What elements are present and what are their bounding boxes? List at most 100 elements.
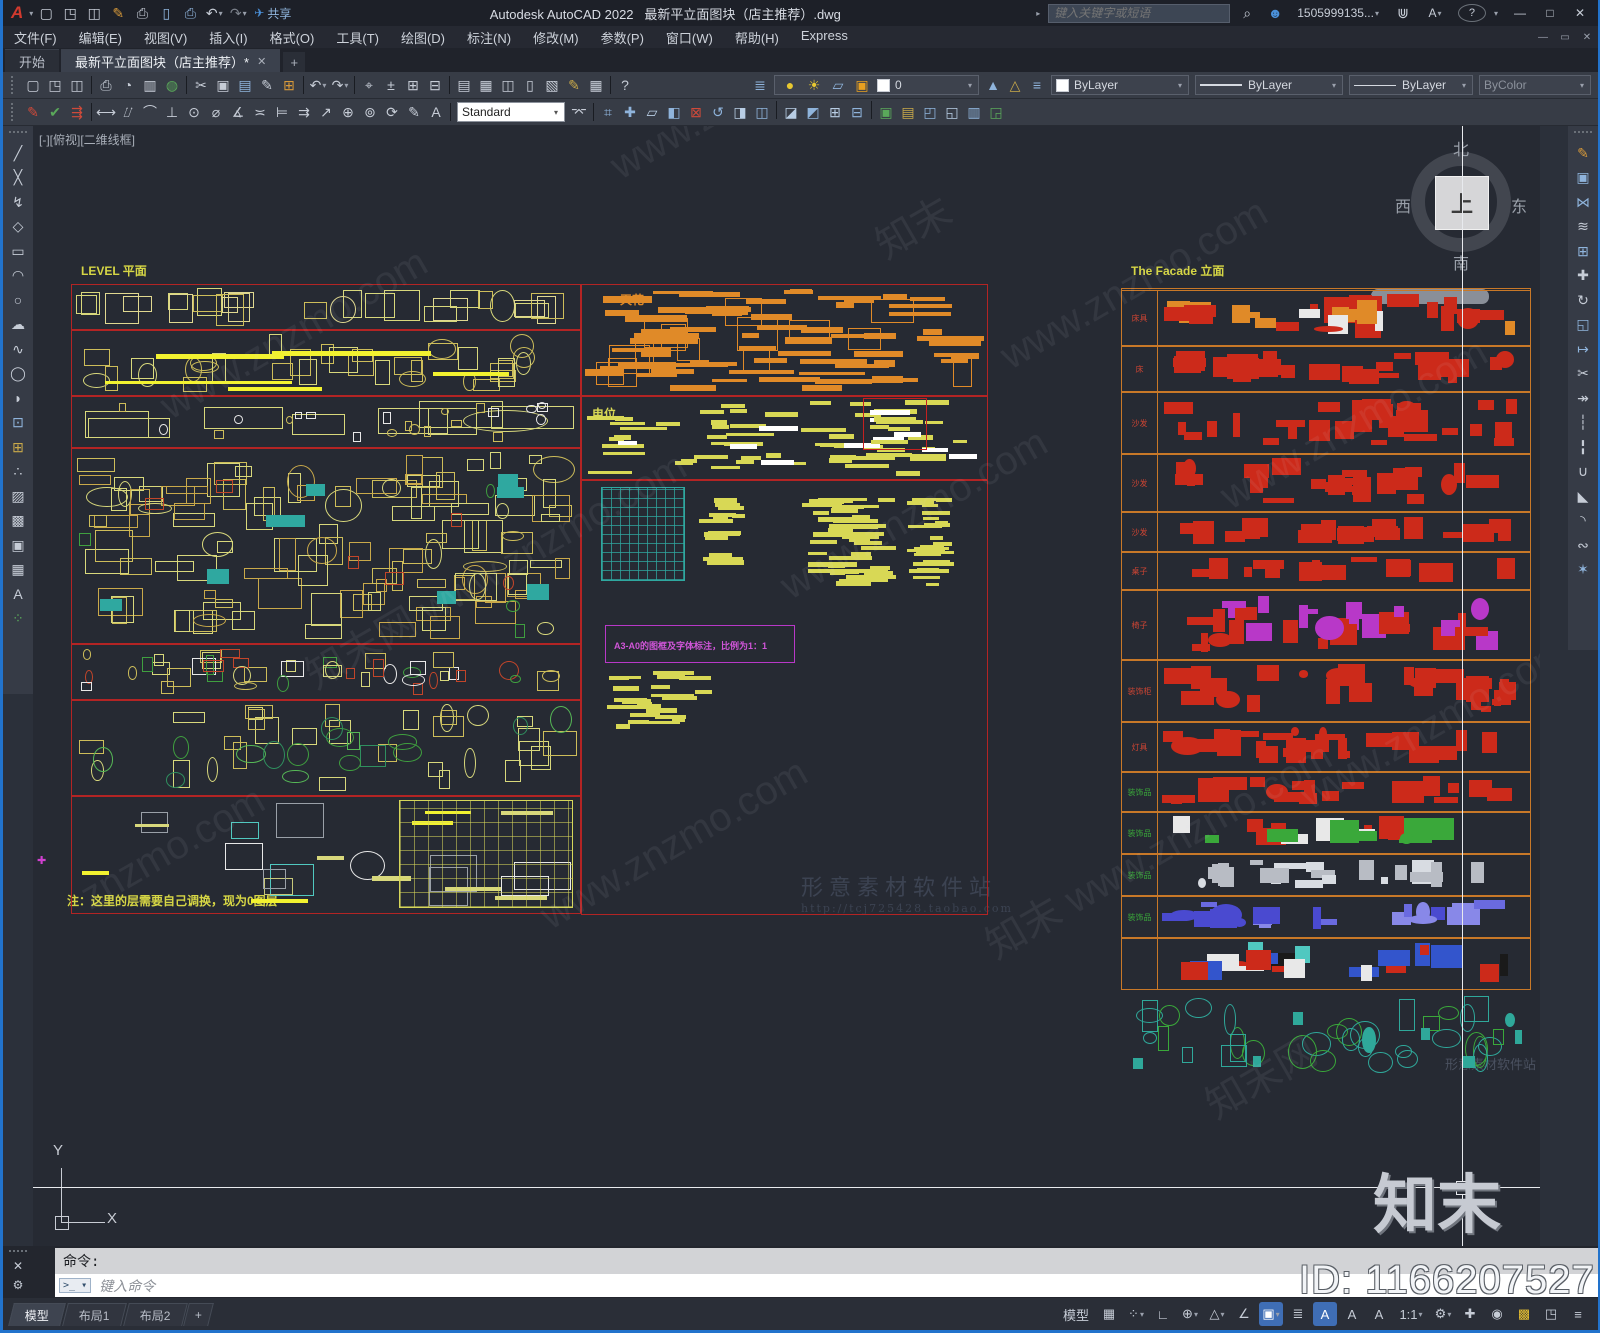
close-button[interactable]: ✕ — [1566, 2, 1594, 24]
tool-icon-18[interactable]: ◲ — [985, 101, 1007, 123]
dim-arc-icon[interactable]: ⌒ — [139, 101, 161, 123]
print-icon[interactable]: ⎙ — [179, 2, 201, 24]
annotate-icon[interactable]: ✎ — [22, 101, 44, 123]
blend-icon[interactable]: ∾ — [1571, 533, 1595, 558]
match-layer-icon[interactable]: △ — [1004, 74, 1026, 96]
tool-icon-8[interactable]: ◫ — [751, 101, 773, 123]
help-caret-icon[interactable]: ▾ — [1494, 9, 1498, 18]
tool-icon-14[interactable]: ▤ — [897, 101, 919, 123]
menu-item[interactable]: 参数(P) — [590, 28, 655, 47]
command-history-line[interactable]: 命令: — [55, 1248, 1598, 1274]
properties-palette-icon[interactable]: ▤ — [453, 74, 475, 96]
hatch-icon[interactable]: ▨ — [6, 484, 30, 509]
tab-close-icon[interactable]: ✕ — [257, 55, 266, 68]
layout-tab-add[interactable]: + — [183, 1302, 215, 1326]
block-editor-icon[interactable]: ⊞ — [278, 74, 300, 96]
explode-icon[interactable]: ✶ — [1571, 558, 1595, 583]
account-button[interactable]: 1505999135... ▾ — [1292, 2, 1386, 24]
auto-annotation-scale-toggle[interactable]: A — [1340, 1302, 1364, 1326]
doc-close-button[interactable]: ✕ — [1576, 29, 1598, 45]
markup-icon[interactable]: ✎ — [563, 74, 585, 96]
tool-icon-7[interactable]: ◨ — [729, 101, 751, 123]
construction-line-icon[interactable]: ╳ — [6, 166, 30, 191]
viewport-controls-label[interactable]: [-][俯视][二维线框] — [39, 131, 135, 148]
crosshair-button[interactable]: ✚ — [1458, 1302, 1482, 1326]
plotstyle-combo[interactable]: ByColor ▾ — [1479, 75, 1591, 95]
drawing-canvas[interactable]: [-][俯视][二维线框] LEVEL 平面 The Facade 立面 注：这… — [33, 126, 1540, 1246]
layer-sun-icon[interactable]: ☀ — [803, 74, 825, 96]
share-icon[interactable]: ◍ — [161, 74, 183, 96]
tool-palettes-icon[interactable]: ▯ — [519, 74, 541, 96]
extend-icon[interactable]: ↠ — [1571, 386, 1595, 411]
cart-icon[interactable]: ⋓ — [1392, 2, 1414, 24]
view-cube-east[interactable]: 东 — [1511, 193, 1527, 217]
menu-item[interactable]: 绘图(D) — [390, 28, 456, 47]
toolbar-grip[interactable] — [11, 103, 18, 121]
model-layout-toggle[interactable]: 模型 — [1058, 1302, 1094, 1326]
join-icon[interactable]: ∪ — [1571, 460, 1595, 485]
create-block-icon[interactable]: ⊞ — [6, 435, 30, 460]
offset-icon[interactable]: ≋ — [1571, 215, 1595, 240]
help-button[interactable]: ? — [1457, 4, 1486, 22]
menu-item[interactable]: 修改(M) — [522, 28, 590, 47]
make-current-layer-icon[interactable]: ▲ — [982, 74, 1004, 96]
line-icon[interactable]: ╱ — [6, 141, 30, 166]
layout-tab-模型[interactable]: 模型 — [8, 1302, 66, 1326]
layer-combo[interactable]: ● ☀ ▱ ▣ 0 ▾ — [774, 75, 979, 95]
leader-icon[interactable]: ↗ — [315, 101, 337, 123]
mobile-icon[interactable]: ▯ — [155, 2, 177, 24]
view-cube-south[interactable]: 南 — [1453, 250, 1469, 274]
search-collapse-icon[interactable]: ▸ — [1036, 9, 1040, 18]
array-icon[interactable]: ⊞ — [1571, 239, 1595, 264]
circle-icon[interactable]: ○ — [6, 288, 30, 313]
graphics-performance-button[interactable]: ▩ — [1512, 1302, 1536, 1326]
point-style-icon[interactable]: ⁘ — [6, 607, 30, 632]
menu-item[interactable]: 工具(T) — [325, 28, 390, 47]
cut-icon[interactable]: ✂ — [190, 74, 212, 96]
dim-update-icon[interactable]: ⟳ — [381, 101, 403, 123]
menu-item[interactable]: 插入(I) — [198, 28, 258, 47]
toolbar-grip[interactable] — [11, 76, 18, 94]
new-icon[interactable]: ▢ — [22, 74, 44, 96]
layer-properties-icon[interactable]: ▦ — [475, 74, 497, 96]
tab-start[interactable]: 开始 — [5, 49, 60, 72]
menu-item[interactable]: 标注(N) — [456, 28, 522, 47]
rectangle-icon[interactable]: ▭ — [6, 239, 30, 264]
tool-icon-2[interactable]: ✚ — [619, 101, 641, 123]
zoom-window-icon[interactable]: ⊞ — [402, 74, 424, 96]
autocad-logo[interactable]: A — [11, 3, 23, 23]
dim-angular-icon[interactable]: ∡ — [227, 101, 249, 123]
plot-icon[interactable]: ⎙ — [131, 2, 153, 24]
spray-icon[interactable]: ⇶ — [66, 101, 88, 123]
arc-icon[interactable]: ◠ — [6, 264, 30, 289]
user-icon[interactable]: ☻ — [1264, 2, 1286, 24]
help-icon[interactable]: ? — [614, 74, 636, 96]
mtext-icon[interactable]: A — [6, 582, 30, 607]
copy-icon[interactable]: ▣ — [212, 74, 234, 96]
erase-icon[interactable]: ✎ — [1571, 141, 1595, 166]
color-combo[interactable]: ByLayer ▾ — [1051, 75, 1189, 95]
break-icon[interactable]: ╏ — [1571, 435, 1595, 460]
dim-linear-icon[interactable]: ⟷ — [95, 101, 117, 123]
layer-states-icon[interactable]: ≣ — [749, 74, 771, 96]
menu-item[interactable]: 格式(O) — [259, 28, 326, 47]
table-icon[interactable]: ▦ — [6, 558, 30, 583]
save-icon[interactable]: ◫ — [83, 2, 105, 24]
tool-icon-5[interactable]: ⊠ — [685, 101, 707, 123]
zoom-previous-icon[interactable]: ⊟ — [424, 74, 446, 96]
dim-diameter-icon[interactable]: ⌀ — [205, 101, 227, 123]
tab-add-button[interactable]: + — [283, 52, 306, 72]
design-center-icon[interactable]: ◫ — [497, 74, 519, 96]
clean-screen-button[interactable]: ◳ — [1539, 1302, 1563, 1326]
match-properties-icon[interactable]: ✎ — [256, 74, 278, 96]
layer-on-icon[interactable]: ● — [779, 74, 801, 96]
zoom-realtime-icon[interactable]: ± — [380, 74, 402, 96]
tool-icon-3[interactable]: ▱ — [641, 101, 663, 123]
stretch-icon[interactable]: ↦ — [1571, 337, 1595, 362]
save-icon[interactable]: ◫ — [66, 74, 88, 96]
tool-icon-10[interactable]: ◩ — [802, 101, 824, 123]
undo-icon[interactable]: ↶ ▾ — [203, 2, 225, 24]
command-grip[interactable] — [9, 1250, 27, 1256]
open-file-icon[interactable]: ◳ — [59, 2, 81, 24]
open-icon[interactable]: ◳ — [44, 74, 66, 96]
